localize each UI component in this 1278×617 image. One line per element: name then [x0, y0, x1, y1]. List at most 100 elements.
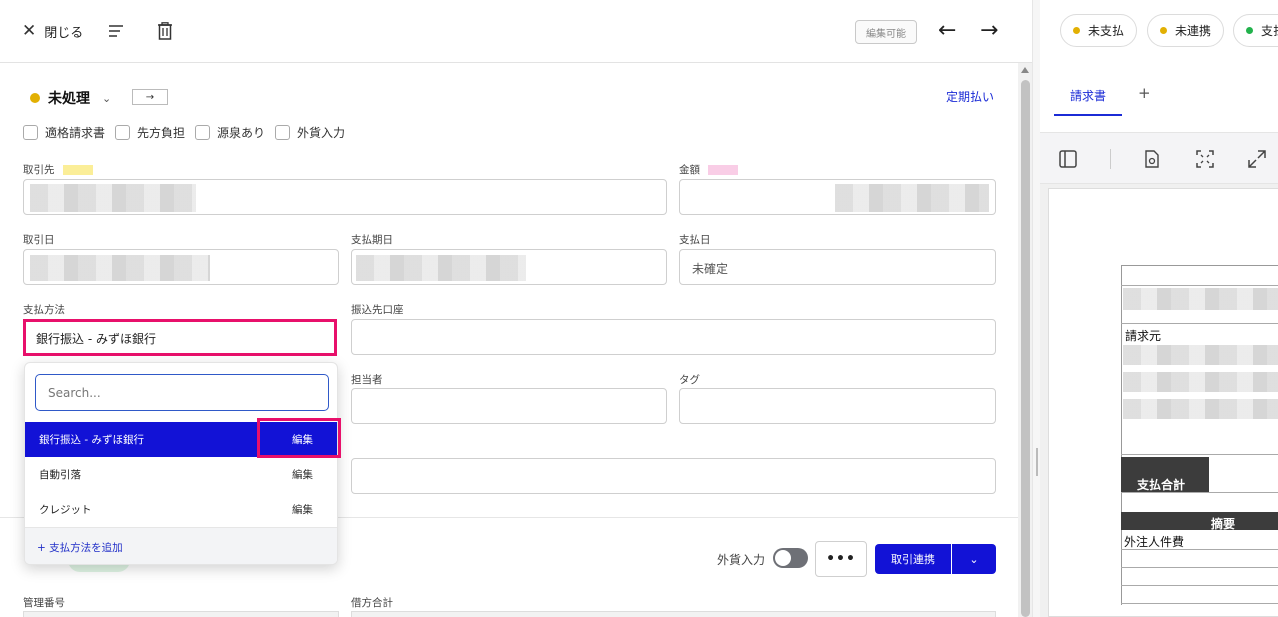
- table-line: [1121, 323, 1278, 324]
- redacted-text: [1123, 345, 1278, 365]
- panel-splitter[interactable]: [1032, 0, 1040, 617]
- toggle-knob: [775, 550, 791, 566]
- sidebar-toggle-icon[interactable]: [1058, 149, 1078, 169]
- chevron-down-icon[interactable]: ⌄: [952, 544, 996, 574]
- prev-arrow-icon[interactable]: ←: [938, 18, 956, 43]
- table-line: [1121, 585, 1278, 586]
- more-button[interactable]: •••: [815, 541, 867, 577]
- table-line: [1121, 454, 1278, 455]
- status-dot-icon: [1160, 27, 1167, 34]
- due-date-label: 支払期日: [351, 234, 393, 246]
- line-item-label: 外注人件費: [1124, 535, 1185, 549]
- amount-input[interactable]: [679, 179, 996, 215]
- assignee-input[interactable]: [351, 388, 667, 424]
- status-pill-paid[interactable]: 支払: [1233, 14, 1278, 47]
- edit-button-highlight: [257, 418, 341, 458]
- deal-date-label: 取引日: [23, 234, 55, 246]
- add-tab-button[interactable]: +: [1138, 84, 1151, 102]
- document-panel: 未支払 未連携 支払 請求書 + 請: [1040, 0, 1278, 617]
- checkbox-icon[interactable]: [275, 125, 291, 140]
- fx-toggle[interactable]: [773, 548, 808, 568]
- due-date-input[interactable]: [351, 249, 667, 285]
- trash-icon[interactable]: [157, 22, 173, 40]
- tab-invoice[interactable]: 請求書: [1054, 76, 1122, 116]
- document-viewer[interactable]: 請求元 支払合計 摘要 外注人件費: [1040, 184, 1278, 617]
- amount-marker: [708, 165, 738, 175]
- editable-badge: 編集可能: [855, 20, 917, 44]
- dropdown-search-input[interactable]: Search...: [35, 374, 329, 411]
- add-payment-method-button[interactable]: + 支払方法を追加: [25, 527, 337, 564]
- dropdown-item-auto-debit[interactable]: 自動引落 編集: [25, 457, 337, 492]
- table-line: [1121, 549, 1278, 550]
- payment-method-dropdown: Search... 銀行振込 - みずほ銀行 編集 自動引落 編集 クレジット …: [24, 362, 338, 565]
- next-arrow-icon[interactable]: →: [980, 18, 998, 43]
- top-toolbar: ✕ 閉じる 編集可能 ← →: [0, 0, 1032, 63]
- document-settings-icon[interactable]: [1142, 149, 1162, 169]
- checkbox-label: 外貨入力: [297, 126, 346, 140]
- transfer-account-input[interactable]: [351, 319, 996, 355]
- status-dot-icon: [1246, 27, 1253, 34]
- recurring-payment-link[interactable]: 定期払い: [946, 88, 994, 105]
- payment-date-value: 未確定: [692, 262, 729, 276]
- payment-date-input[interactable]: 未確定: [679, 249, 996, 285]
- redacted-text: [1123, 399, 1278, 419]
- status-pill-unlinked[interactable]: 未連携: [1147, 14, 1225, 47]
- fx-toggle-label: 外貨入力: [717, 553, 766, 567]
- scroll-up-icon[interactable]: [1021, 67, 1029, 73]
- close-label: 閉じる: [44, 26, 84, 41]
- transaction-panel: ✕ 閉じる 編集可能 ← → 未処理 ⌄ → 定期払い 適格請求書 先方負担 源…: [0, 0, 1032, 617]
- invoice-table: [1121, 265, 1278, 605]
- status-dot-icon: [30, 93, 40, 103]
- edit-button[interactable]: 編集: [292, 502, 313, 517]
- debit-total-label: 借方合計: [351, 597, 393, 609]
- document-toolbar: [1040, 132, 1278, 184]
- table-line: [1121, 492, 1278, 493]
- checkbox-icon[interactable]: [23, 125, 38, 140]
- invoice-page: 請求元 支払合計 摘要 外注人件費: [1048, 188, 1278, 617]
- control-number-input[interactable]: [23, 611, 339, 617]
- payment-method-label: 支払方法: [23, 304, 65, 316]
- checkbox-counterparty-burden[interactable]: 先方負担: [115, 124, 185, 141]
- status-pill-unpaid[interactable]: 未支払: [1060, 14, 1138, 47]
- close-button[interactable]: ✕ 閉じる: [22, 21, 84, 42]
- chevron-down-icon: ⌄: [102, 91, 112, 105]
- close-icon: ✕: [22, 21, 37, 41]
- table-line: [1121, 285, 1278, 286]
- tag-label: タグ: [679, 374, 700, 386]
- arrow-box-button[interactable]: →: [132, 89, 168, 105]
- edit-button[interactable]: 編集: [292, 467, 313, 482]
- link-transaction-button[interactable]: 取引連携: [875, 544, 951, 574]
- checkbox-withholding[interactable]: 源泉あり: [195, 124, 265, 141]
- checkbox-icon[interactable]: [195, 125, 211, 140]
- expand-icon[interactable]: [1247, 149, 1267, 169]
- tag-input[interactable]: [679, 388, 996, 424]
- checkbox-qualified-invoice[interactable]: 適格請求書: [23, 124, 105, 141]
- pill-label: 未支払: [1088, 24, 1125, 38]
- redacted-text: [30, 255, 210, 281]
- redacted-text: [1123, 288, 1278, 310]
- deal-date-input[interactable]: [23, 249, 339, 285]
- pill-label: 支払: [1261, 24, 1278, 38]
- status-dot-icon: [1073, 27, 1080, 34]
- fit-screen-icon[interactable]: [1195, 149, 1215, 169]
- payment-method-highlight: [23, 319, 337, 356]
- menu-icon[interactable]: [108, 23, 124, 39]
- dropdown-item-label: クレジット: [39, 504, 92, 516]
- dropdown-item-credit[interactable]: クレジット 編集: [25, 492, 337, 527]
- memo-input[interactable]: [351, 458, 996, 494]
- scrollbar-thumb[interactable]: [1021, 80, 1030, 617]
- checkbox-label: 適格請求書: [45, 126, 106, 140]
- dropdown-item-label: 銀行振込 - みずほ銀行: [39, 434, 144, 446]
- payment-total-cell: 支払合計: [1121, 457, 1209, 493]
- checkbox-foreign-currency[interactable]: 外貨入力: [275, 124, 345, 141]
- status-selector[interactable]: 未処理 ⌄: [30, 88, 111, 108]
- table-line: [1121, 567, 1278, 568]
- splitter-grip-icon[interactable]: [1036, 448, 1038, 476]
- transfer-account-label: 振込先口座: [351, 304, 404, 316]
- checkbox-icon[interactable]: [115, 125, 131, 140]
- partner-input[interactable]: [23, 179, 667, 215]
- amount-label: 金額: [679, 162, 738, 177]
- table-line: [1121, 603, 1278, 604]
- pill-label: 未連携: [1175, 24, 1212, 38]
- redacted-text: [30, 184, 196, 212]
